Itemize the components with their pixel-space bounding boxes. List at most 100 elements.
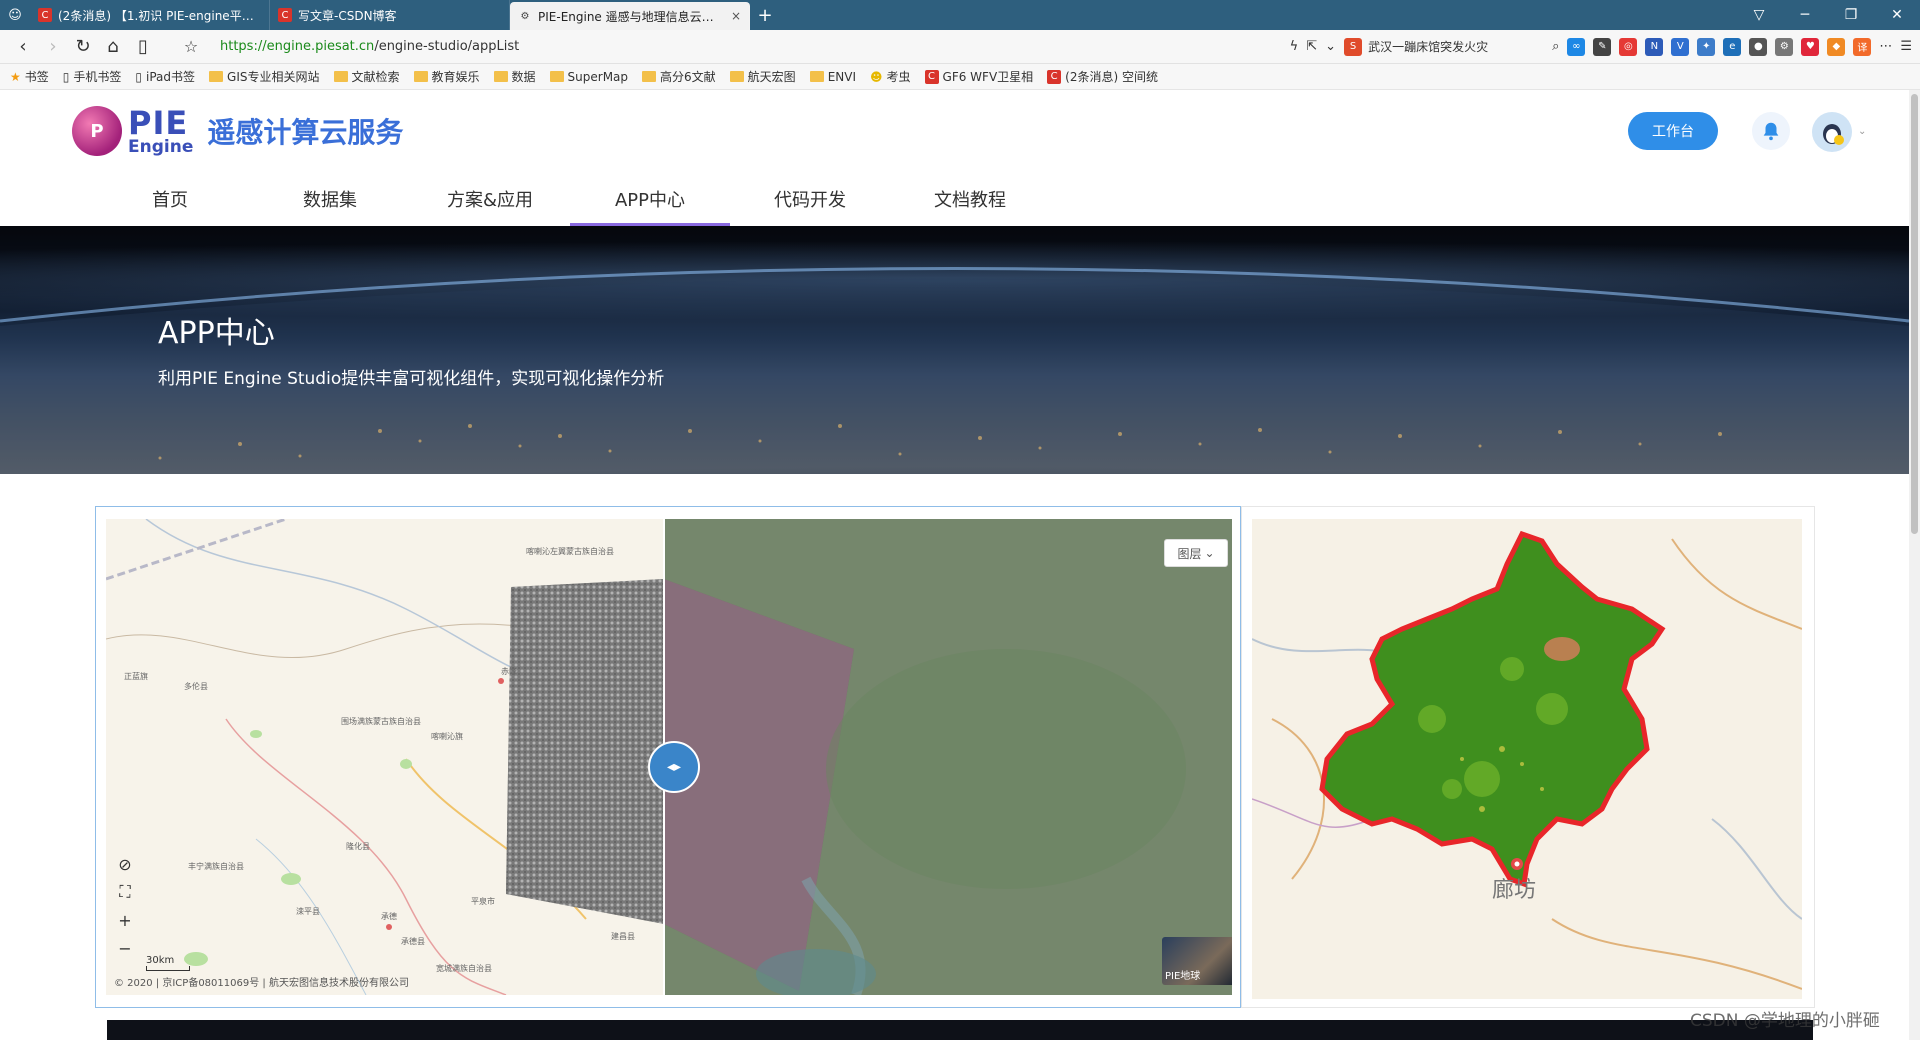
bookmark-item[interactable]: ▯ 手机书签	[63, 68, 122, 85]
notification-bell-icon[interactable]	[1752, 112, 1790, 150]
csdn-icon: C	[1047, 69, 1062, 84]
bookmark-item[interactable]: ★ 书签	[10, 68, 49, 85]
map-label: 承德县	[401, 936, 425, 946]
extension-icon-6[interactable]: ✦	[1697, 37, 1716, 56]
extension-icon-1[interactable]: ∞	[1567, 37, 1586, 56]
layer-dropdown-button[interactable]: 图层 ⌄	[1164, 539, 1228, 567]
bookmark-folder[interactable]: SuperMap	[549, 70, 628, 84]
share-icon[interactable]: ⇱	[1306, 39, 1317, 54]
extension-icon-8[interactable]: ●	[1749, 37, 1768, 56]
folder-icon	[209, 71, 224, 82]
search-icon[interactable]: ⌕	[1552, 39, 1559, 54]
bookmark-folder[interactable]: 高分6文献	[642, 68, 716, 85]
restore-button[interactable]: ❐	[1828, 0, 1874, 30]
back-button[interactable]: ‹	[8, 32, 38, 62]
zoom-in-button[interactable]: +	[114, 909, 136, 931]
folder-icon	[333, 71, 348, 82]
bookmark-folder[interactable]: 教育娱乐	[413, 68, 480, 85]
app-card-vegetation-map[interactable]: 廊坊	[1241, 506, 1815, 1008]
reader-icon[interactable]: ▯	[128, 32, 158, 62]
url-host: engine.piesat.cn	[266, 39, 375, 54]
nav-app-center[interactable]: APP中心	[570, 180, 730, 226]
scale-bar: 30km	[146, 955, 190, 971]
more-icon[interactable]: ⋯	[1879, 39, 1892, 54]
scrollbar-thumb[interactable]	[1911, 94, 1918, 534]
search-engine-icon[interactable]: S	[1344, 37, 1363, 56]
new-tab-button[interactable]: +	[750, 0, 780, 30]
swipe-map[interactable]: 赤峰 多伦县 正蓝旗 围场满族蒙古族自治县 喀喇沁旗 丰宁满族自治县 隆化县 滦…	[106, 519, 1232, 995]
search-input[interactable]: S 武汉一蹦床馆突发火灾	[1344, 35, 1544, 59]
bookmark-folder[interactable]: 文献检索	[333, 68, 400, 85]
bookmark-item[interactable]: ▯ iPad书签	[135, 68, 195, 85]
lightning-icon[interactable]: ϟ	[1290, 39, 1299, 54]
nav-home[interactable]: 首页	[90, 180, 250, 226]
nav-solutions[interactable]: 方案&应用	[410, 180, 570, 226]
forward-button[interactable]: ›	[38, 32, 68, 62]
csdn-icon: C	[278, 8, 292, 22]
map-label: 滦平县	[296, 906, 320, 916]
earth-at-night-image	[0, 267, 1909, 474]
shirt-icon[interactable]: ▽	[1736, 0, 1782, 30]
folder-icon	[493, 71, 508, 82]
extension-icon-2[interactable]: ✎	[1593, 37, 1612, 56]
map-label: 平泉市	[471, 896, 495, 906]
minimize-button[interactable]: ─	[1782, 0, 1828, 30]
map-label: 正蓝旗	[124, 671, 148, 681]
bookmark-item[interactable]: ☻ 考虫	[870, 68, 911, 85]
extension-icon-5[interactable]: V	[1671, 37, 1690, 56]
pie-logo-icon: P	[72, 106, 122, 156]
chevron-down-icon[interactable]: ⌄	[1858, 126, 1866, 137]
url-path: /engine-studio/appList	[374, 39, 520, 54]
bookmark-folder[interactable]: 数据	[493, 68, 536, 85]
bookmark-folder[interactable]: ENVI	[809, 70, 856, 84]
user-avatar[interactable]	[1812, 112, 1852, 152]
reload-button[interactable]: ↻	[68, 32, 98, 62]
tab-pie-engine[interactable]: ⚙ PIE-Engine 遥感与地理信息云服务平 ×	[510, 2, 750, 30]
bookmark-item[interactable]: C GF6 WFV卫星相	[924, 68, 1033, 85]
browser-logo-icon[interactable]: ☺	[0, 0, 30, 30]
extension-icon-3[interactable]: ◎	[1619, 37, 1638, 56]
chevron-down-icon: ⌄	[1204, 546, 1215, 560]
fullscreen-icon[interactable]: ⛶	[114, 881, 136, 903]
translate-icon[interactable]: 译	[1853, 37, 1872, 56]
map-label: 丰宁满族自治县	[188, 861, 244, 871]
next-app-card-preview[interactable]	[107, 1020, 1813, 1040]
extension-icon-4[interactable]: N	[1645, 37, 1664, 56]
tab-csdn-2[interactable]: C 写文章-CSDN博客	[270, 0, 510, 30]
map-label: 围场满族蒙古族自治县	[341, 716, 421, 726]
bookmark-star-icon[interactable]: ☆	[176, 32, 206, 62]
close-window-button[interactable]: ✕	[1874, 0, 1920, 30]
home-button[interactable]: ⌂	[98, 32, 128, 62]
map-copyright: © 2020 | 京ICP备08011069号 | 航天宏图信息技术股份有限公司	[114, 978, 409, 989]
vegetation-map[interactable]: 廊坊	[1252, 519, 1802, 999]
map-tools: ⊘ ⛶ + −	[114, 853, 136, 959]
emoji-icon: ☻	[870, 69, 883, 84]
tab-csdn-1[interactable]: C (2条消息) 【1.初识 PIE-engine平台】	[30, 0, 270, 30]
bookmarks-bar: ★ 书签 ▯ 手机书签 ▯ iPad书签 GIS专业相关网站 文献检索 教育娱乐 数据…	[0, 64, 1920, 90]
csdn-icon: C	[38, 8, 52, 22]
map-label: 承德	[381, 911, 397, 921]
page-scrollbar[interactable]	[1909, 90, 1920, 1040]
bookmark-folder[interactable]: 航天宏图	[729, 68, 796, 85]
bookmark-item[interactable]: C (2条消息) 空间统	[1047, 68, 1158, 85]
workbench-button[interactable]: 工作台	[1628, 112, 1718, 150]
nav-datasets[interactable]: 数据集	[250, 180, 410, 226]
extension-icon-11[interactable]: ◆	[1827, 37, 1846, 56]
extension-icon-9[interactable]: ⚙	[1775, 37, 1794, 56]
extension-icon-7[interactable]: e	[1723, 37, 1742, 56]
app-card-swipe-map[interactable]: 赤峰 多伦县 正蓝旗 围场满族蒙古族自治县 喀喇沁旗 丰宁满族自治县 隆化县 滦…	[95, 506, 1241, 1008]
address-bar[interactable]: https://engine.piesat.cn/engine-studio/a…	[220, 33, 1100, 61]
extension-icon-10[interactable]: ♥	[1801, 37, 1820, 56]
chevron-down-icon[interactable]: ⌄	[1325, 39, 1336, 54]
hide-eye-icon[interactable]: ⊘	[114, 853, 136, 875]
bookmark-folder[interactable]: GIS专业相关网站	[209, 68, 320, 85]
nav-code-dev[interactable]: 代码开发	[730, 180, 890, 226]
tab-close-icon[interactable]: ×	[731, 9, 741, 23]
basemap-switcher[interactable]: PIE地球	[1162, 937, 1232, 985]
swipe-handle[interactable]: ◂▸	[648, 741, 700, 793]
zoom-out-button[interactable]: −	[114, 937, 136, 959]
menu-icon[interactable]: ☰	[1900, 39, 1912, 54]
nav-docs[interactable]: 文档教程	[890, 180, 1050, 226]
site-logo[interactable]: P PIE Engine 遥感计算云服务	[72, 106, 403, 156]
url-scheme: https://	[220, 39, 267, 54]
